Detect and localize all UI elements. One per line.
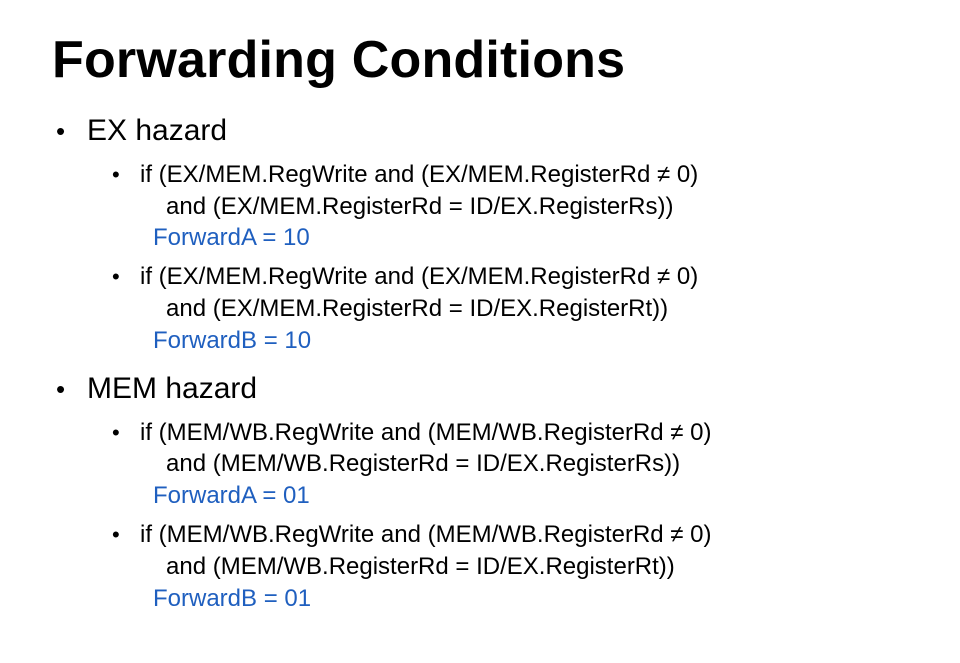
bullet-icon: • (56, 116, 66, 146)
section-heading-ex-hazard: • EX hazard (56, 114, 227, 148)
bullet-icon: • (112, 522, 120, 547)
bullet-icon: • (56, 374, 66, 404)
bullet-icon: • (112, 162, 120, 187)
section-heading-label: EX hazard (87, 114, 228, 147)
forward-result: ForwardB = 01 (153, 585, 312, 612)
condition-line: • if (MEM/WB.RegWrite and (MEM/WB.Registe… (112, 519, 712, 551)
condition-continuation: and (MEM/WB.RegisterRd = ID/EX.RegisterR… (166, 450, 681, 477)
condition-line: • if (MEM/WB.RegWrite and (MEM/WB.Registe… (112, 417, 712, 449)
slide: Forwarding Conditions • EX hazard • if (EX… (0, 0, 960, 663)
condition-continuation: and (EX/MEM.RegisterRd = ID/EX.RegisterR… (166, 193, 674, 220)
forward-result: ForwardA = 01 (153, 482, 310, 509)
condition-line: • if (EX/MEM.RegWrite and (EX/MEM.Registe… (112, 159, 698, 191)
condition-text: if (EX/MEM.RegWrite and (EX/MEM.Register… (140, 263, 699, 290)
forward-result: ForwardB = 10 (153, 327, 312, 354)
section-heading-mem-hazard: • MEM hazard (56, 372, 257, 406)
bullet-icon: • (112, 264, 120, 289)
condition-text: if (MEM/WB.RegWrite and (MEM/WB.Register… (140, 521, 712, 548)
bullet-icon: • (112, 420, 120, 445)
forward-result: ForwardA = 10 (153, 224, 310, 251)
slide-title: Forwarding Conditions (52, 31, 626, 89)
condition-text: if (EX/MEM.RegWrite and (EX/MEM.Register… (140, 161, 699, 188)
section-heading-label: MEM hazard (87, 372, 258, 405)
condition-text: if (MEM/WB.RegWrite and (MEM/WB.Register… (140, 419, 712, 446)
condition-line: • if (EX/MEM.RegWrite and (EX/MEM.Registe… (112, 261, 698, 293)
condition-continuation: and (MEM/WB.RegisterRd = ID/EX.RegisterR… (166, 553, 675, 580)
condition-continuation: and (EX/MEM.RegisterRd = ID/EX.RegisterR… (166, 295, 669, 322)
